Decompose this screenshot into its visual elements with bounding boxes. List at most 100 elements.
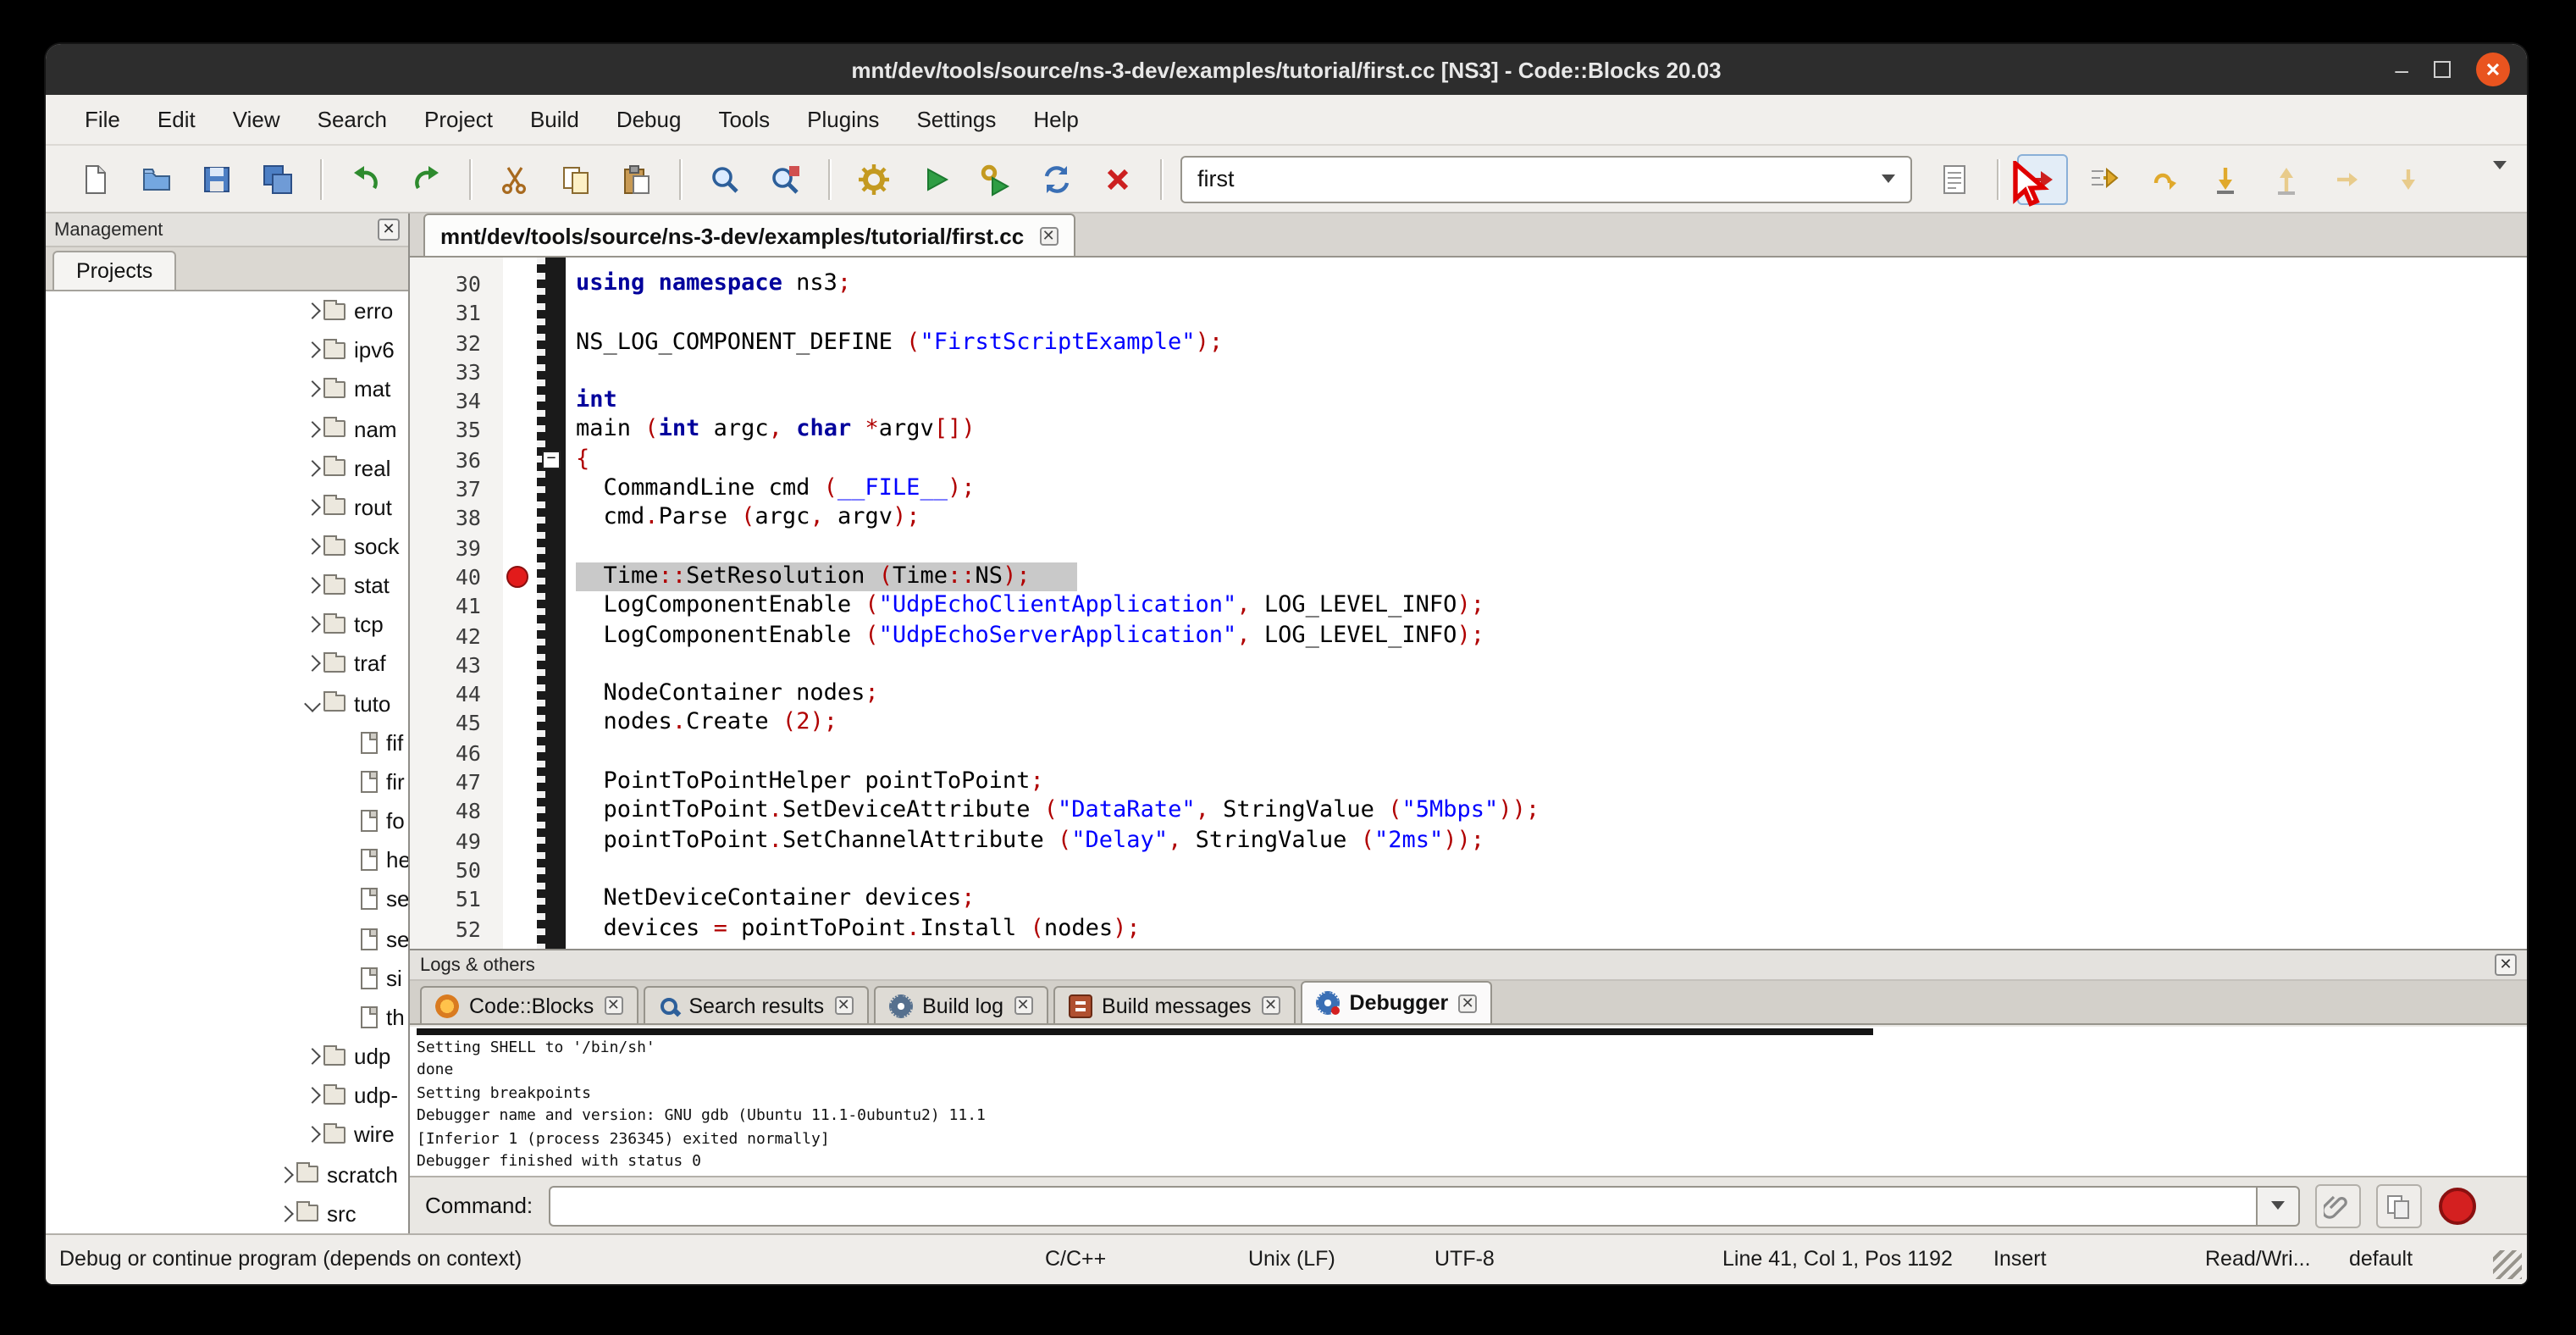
tree-item-tcp[interactable]: tcp (46, 606, 408, 645)
redo-button[interactable] (401, 153, 452, 204)
chevron-right-icon[interactable] (300, 462, 323, 474)
chevron-right-icon[interactable] (300, 1050, 323, 1062)
fold-collapse-marker[interactable]: − (542, 451, 561, 469)
run-to-cursor-button[interactable] (2078, 153, 2129, 204)
line-number[interactable]: 31 (410, 299, 503, 329)
tree-item-fir[interactable]: fir (46, 762, 408, 801)
line-number[interactable]: 36 (410, 446, 503, 475)
line-number[interactable]: 30 (410, 269, 503, 299)
abort-button[interactable] (1092, 153, 1143, 204)
close-icon[interactable]: ✕ (834, 996, 853, 1015)
close-icon[interactable]: ✕ (1262, 996, 1280, 1015)
chevron-right-icon[interactable] (300, 658, 323, 670)
stop-debugger-button[interactable] (2438, 1187, 2475, 1224)
fold-margin[interactable] (537, 299, 566, 329)
step-into-instruction-button[interactable] (2383, 153, 2434, 204)
tree-item-mat[interactable]: mat (46, 370, 408, 409)
chevron-down-icon[interactable] (300, 697, 323, 709)
menu-item-tools[interactable]: Tools (699, 100, 788, 139)
line-number[interactable]: 37 (410, 474, 503, 504)
breakpoint-margin[interactable] (503, 533, 537, 562)
breakpoint-margin[interactable] (503, 562, 537, 592)
tree-item-nam[interactable]: nam (46, 409, 408, 448)
tree-item-traf[interactable]: traf (46, 645, 408, 684)
chevron-right-icon[interactable] (300, 423, 323, 435)
toolbar-overflow-chevron[interactable] (2493, 169, 2507, 200)
close-icon[interactable]: ✕ (1039, 226, 1058, 245)
fold-margin[interactable] (537, 739, 566, 768)
close-icon[interactable]: ✕ (2495, 954, 2517, 976)
editor-tab-first-cc[interactable]: mnt/dev/tools/source/ns-3-dev/examples/t… (423, 213, 1075, 256)
tree-item-fif[interactable]: fif (46, 723, 408, 762)
line-number[interactable]: 39 (410, 533, 503, 562)
line-number[interactable]: 34 (410, 386, 503, 416)
chevron-right-icon[interactable] (300, 1089, 323, 1101)
line-number[interactable]: 49 (410, 826, 503, 856)
breakpoint-margin[interactable] (503, 446, 537, 475)
fold-margin[interactable] (537, 679, 566, 709)
next-instruction-button[interactable] (2322, 153, 2373, 204)
maximize-button[interactable] (2434, 61, 2451, 78)
open-file-button[interactable] (130, 153, 181, 204)
search-input[interactable] (1182, 166, 1866, 191)
breakpoint-margin[interactable] (503, 386, 537, 416)
logs-tab-build-log[interactable]: Build log✕ (873, 986, 1048, 1023)
fold-margin[interactable] (537, 797, 566, 827)
menu-item-file[interactable]: File (66, 100, 139, 139)
minimize-button[interactable]: – (2395, 61, 2408, 78)
chevron-right-icon[interactable] (273, 1168, 296, 1180)
resize-grip[interactable] (2493, 1250, 2522, 1279)
fold-margin[interactable] (537, 416, 566, 446)
command-dropdown-button[interactable] (2255, 1185, 2299, 1226)
menu-item-build[interactable]: Build (511, 100, 598, 139)
chevron-right-icon[interactable] (300, 344, 323, 356)
line-number[interactable]: 48 (410, 797, 503, 827)
debugger-log-output[interactable]: Setting SHELL to '/bin/sh'doneSetting br… (410, 1027, 2527, 1177)
chevron-right-icon[interactable] (300, 305, 323, 317)
line-number[interactable]: 38 (410, 504, 503, 534)
chevron-right-icon[interactable] (300, 540, 323, 552)
breakpoint-margin[interactable] (503, 328, 537, 357)
breakpoint-margin[interactable] (503, 826, 537, 856)
menu-item-settings[interactable]: Settings (898, 100, 1014, 139)
fold-margin[interactable]: − (537, 446, 566, 475)
run-button[interactable] (909, 153, 960, 204)
menu-item-debug[interactable]: Debug (598, 100, 700, 139)
paste-button[interactable] (611, 153, 662, 204)
breakpoint-margin[interactable] (503, 914, 537, 944)
line-number[interactable]: 46 (410, 739, 503, 768)
logs-tab-build-messages[interactable]: Build messages✕ (1053, 986, 1296, 1023)
line-number[interactable]: 43 (410, 651, 503, 680)
breakpoint-margin[interactable] (503, 299, 537, 329)
fold-margin[interactable] (537, 562, 566, 592)
chevron-down-icon[interactable] (1866, 157, 1910, 201)
fold-margin[interactable] (537, 269, 566, 299)
menu-item-edit[interactable]: Edit (139, 100, 214, 139)
fold-margin[interactable] (537, 914, 566, 944)
line-number[interactable]: 44 (410, 679, 503, 709)
close-icon[interactable]: ✕ (1458, 994, 1477, 1012)
fold-margin[interactable] (537, 826, 566, 856)
breakpoint-margin[interactable] (503, 767, 537, 797)
undo-button[interactable] (340, 153, 391, 204)
tree-item-udp[interactable]: udp- (46, 1076, 408, 1115)
step-out-button[interactable] (2261, 153, 2312, 204)
fold-margin[interactable] (537, 767, 566, 797)
step-into-button[interactable] (2200, 153, 2251, 204)
menu-item-view[interactable]: View (214, 100, 299, 139)
breakpoint-margin[interactable] (503, 621, 537, 651)
line-number[interactable]: 52 (410, 914, 503, 944)
breakpoint-margin[interactable] (503, 474, 537, 504)
command-input[interactable] (548, 1185, 2255, 1226)
line-number[interactable]: 40 (410, 562, 503, 592)
close-button[interactable]: ✕ (2476, 53, 2510, 86)
chevron-right-icon[interactable] (300, 579, 323, 591)
breakpoint-margin[interactable] (503, 592, 537, 622)
close-icon[interactable]: ✕ (604, 996, 622, 1015)
tree-item-th[interactable]: th (46, 998, 408, 1037)
breakpoint-margin[interactable] (503, 357, 537, 387)
tree-item-sock[interactable]: sock (46, 527, 408, 566)
fold-margin[interactable] (537, 533, 566, 562)
line-number[interactable]: 32 (410, 328, 503, 357)
fold-margin[interactable] (537, 884, 566, 914)
